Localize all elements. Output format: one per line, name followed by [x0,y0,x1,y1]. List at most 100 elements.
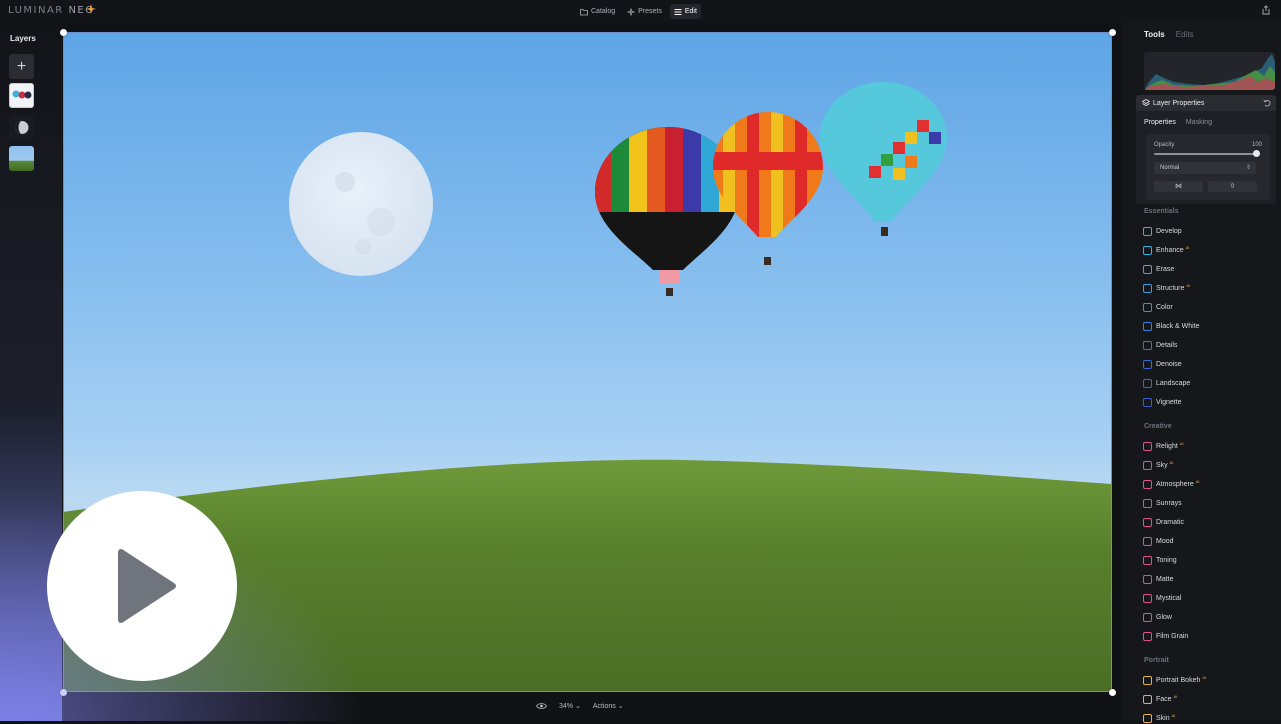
tools-panel: Tools Edits Layer Properties Properties … [1122,22,1281,724]
tool-matte[interactable]: Matte [1143,573,1174,585]
tool-denoise[interactable]: Denoise [1143,358,1182,370]
section-title-essentials: Essentials [1144,208,1179,215]
reset-icon[interactable] [1263,99,1271,107]
tool-dramatic[interactable]: Dramatic [1143,516,1184,528]
actions-label: Actions [592,703,616,710]
subtab-properties[interactable]: Properties [1144,119,1176,126]
tool-face[interactable]: Face AI [1143,693,1177,705]
tool-label: Erase [1156,265,1175,273]
nav-edit[interactable]: Edit [669,4,701,19]
tool-landscape[interactable]: Landscape [1143,377,1190,389]
top-bar: LUMINAR NEO Catalog Presets Edit [0,0,1281,22]
subtab-masking[interactable]: Masking [1186,119,1212,126]
moon-thumbnail [15,121,29,134]
tool-develop[interactable]: Develop [1143,225,1182,237]
share-icon[interactable] [1261,5,1271,15]
tool-icon [1143,302,1152,312]
tool-color[interactable]: Color [1143,301,1173,313]
tool-label: Black & White [1156,322,1200,330]
tool-atmosphere[interactable]: Atmosphere AI [1143,478,1200,490]
actions-dropdown[interactable]: Actions ⌄ [593,702,624,710]
tool-label: Skin [1156,714,1170,722]
tool-label: Develop [1156,227,1182,235]
tool-label: Portrait Bokeh [1156,676,1201,684]
sliders-icon [674,8,682,15]
tool-icon [1143,612,1152,622]
tool-toning[interactable]: Toning [1143,554,1177,566]
tool-icon [1143,479,1152,489]
tool-label: Toning [1156,556,1177,564]
tool-glow[interactable]: Glow [1143,611,1172,623]
blend-mode-select[interactable]: Normal ⇕ [1154,162,1256,174]
layer-properties-subtabs: Properties Masking [1144,119,1212,126]
eye-icon[interactable] [536,702,547,710]
nav-catalog-label: Catalog [591,8,616,15]
tool-icon [1143,631,1152,641]
tool-label: Structure [1156,284,1185,292]
tool-film-grain[interactable]: Film Grain [1143,630,1188,642]
layer-thumb-landscape[interactable] [9,146,34,171]
main-nav: Catalog Presets Edit [576,4,701,19]
layer-properties-title: Layer Properties [1153,99,1205,107]
tool-icon [1143,460,1152,470]
layer-thumb-balloons[interactable] [9,83,34,108]
zoom-dropdown[interactable]: 34% ⌄ [559,702,581,710]
tab-edits[interactable]: Edits [1176,30,1194,39]
tool-skin[interactable]: Skin AI [1143,712,1175,724]
tool-details[interactable]: Details [1143,339,1177,351]
tool-icon [1143,555,1152,565]
zoom-value: 34% [559,703,574,710]
tab-tools[interactable]: Tools [1144,30,1165,39]
folder-icon [580,8,588,15]
resize-handle-top-left[interactable] [60,29,67,36]
tool-enhance[interactable]: Enhance AI [1143,244,1189,256]
tool-portrait-bokeh[interactable]: Portrait Bokeh AI [1143,674,1206,686]
section-title-creative: Creative [1144,423,1172,430]
opacity-value: 100 [1251,142,1262,148]
tool-black-white[interactable]: Black & White [1143,320,1200,332]
tool-label: Details [1156,341,1178,349]
tool-sunrays[interactable]: Sunrays [1143,497,1182,509]
chevron-down-icon: ⌄ [617,703,624,710]
tool-icon [1143,283,1152,293]
tool-icon [1143,675,1152,685]
video-play-button[interactable] [47,491,237,681]
tool-label: Glow [1156,613,1172,621]
tool-relight[interactable]: Relight AI [1143,440,1184,452]
resize-handle-bottom-left[interactable] [60,689,67,696]
blend-mode-value: Normal [1160,165,1180,171]
tool-label: Denoise [1156,360,1182,368]
tool-mystical[interactable]: Mystical [1143,592,1181,604]
ai-badge: AI [1173,693,1178,699]
add-layer-button[interactable]: + [9,54,34,79]
ai-badge: AI [1195,478,1200,484]
balloon-teal [820,82,947,222]
section-title-portrait: Portrait [1144,657,1169,664]
tool-sky[interactable]: Sky AI [1143,459,1173,471]
layer-properties-body: Properties Masking Opacity 100 Normal ⇕ … [1136,111,1276,204]
tool-erase[interactable]: Erase [1143,263,1174,275]
tool-label: Mystical [1156,594,1182,602]
layer-thumb-moon[interactable] [9,115,34,140]
tool-label: Sunrays [1156,499,1182,507]
opacity-slider-handle[interactable] [1253,150,1260,157]
tool-label: Matte [1156,575,1174,583]
tool-vignette[interactable]: Vignette [1143,396,1182,408]
resize-handle-bottom-right[interactable] [1109,689,1116,696]
flip-vertical-button[interactable]: ⇳ [1208,181,1257,192]
tool-label: Color [1156,303,1173,311]
extensions-icon[interactable] [86,4,96,14]
opacity-slider-track[interactable] [1154,153,1256,155]
opacity-label: Opacity [1154,142,1175,148]
tool-mood[interactable]: Mood [1143,535,1174,547]
chevron-down-icon: ⌄ [574,703,581,710]
nav-catalog[interactable]: Catalog [576,4,619,19]
properties-box: Opacity 100 Normal ⇕ ⋈ ⇳ [1146,134,1270,200]
layers-icon [1142,99,1150,106]
flip-horizontal-button[interactable]: ⋈ [1154,181,1203,192]
logo-text-luminar: LUMINAR [8,5,64,16]
resize-handle-top-right[interactable] [1109,29,1116,36]
nav-presets[interactable]: Presets [623,4,666,19]
layer-properties-header[interactable]: Layer Properties [1136,95,1276,111]
tool-structure[interactable]: Structure AI [1143,282,1190,294]
